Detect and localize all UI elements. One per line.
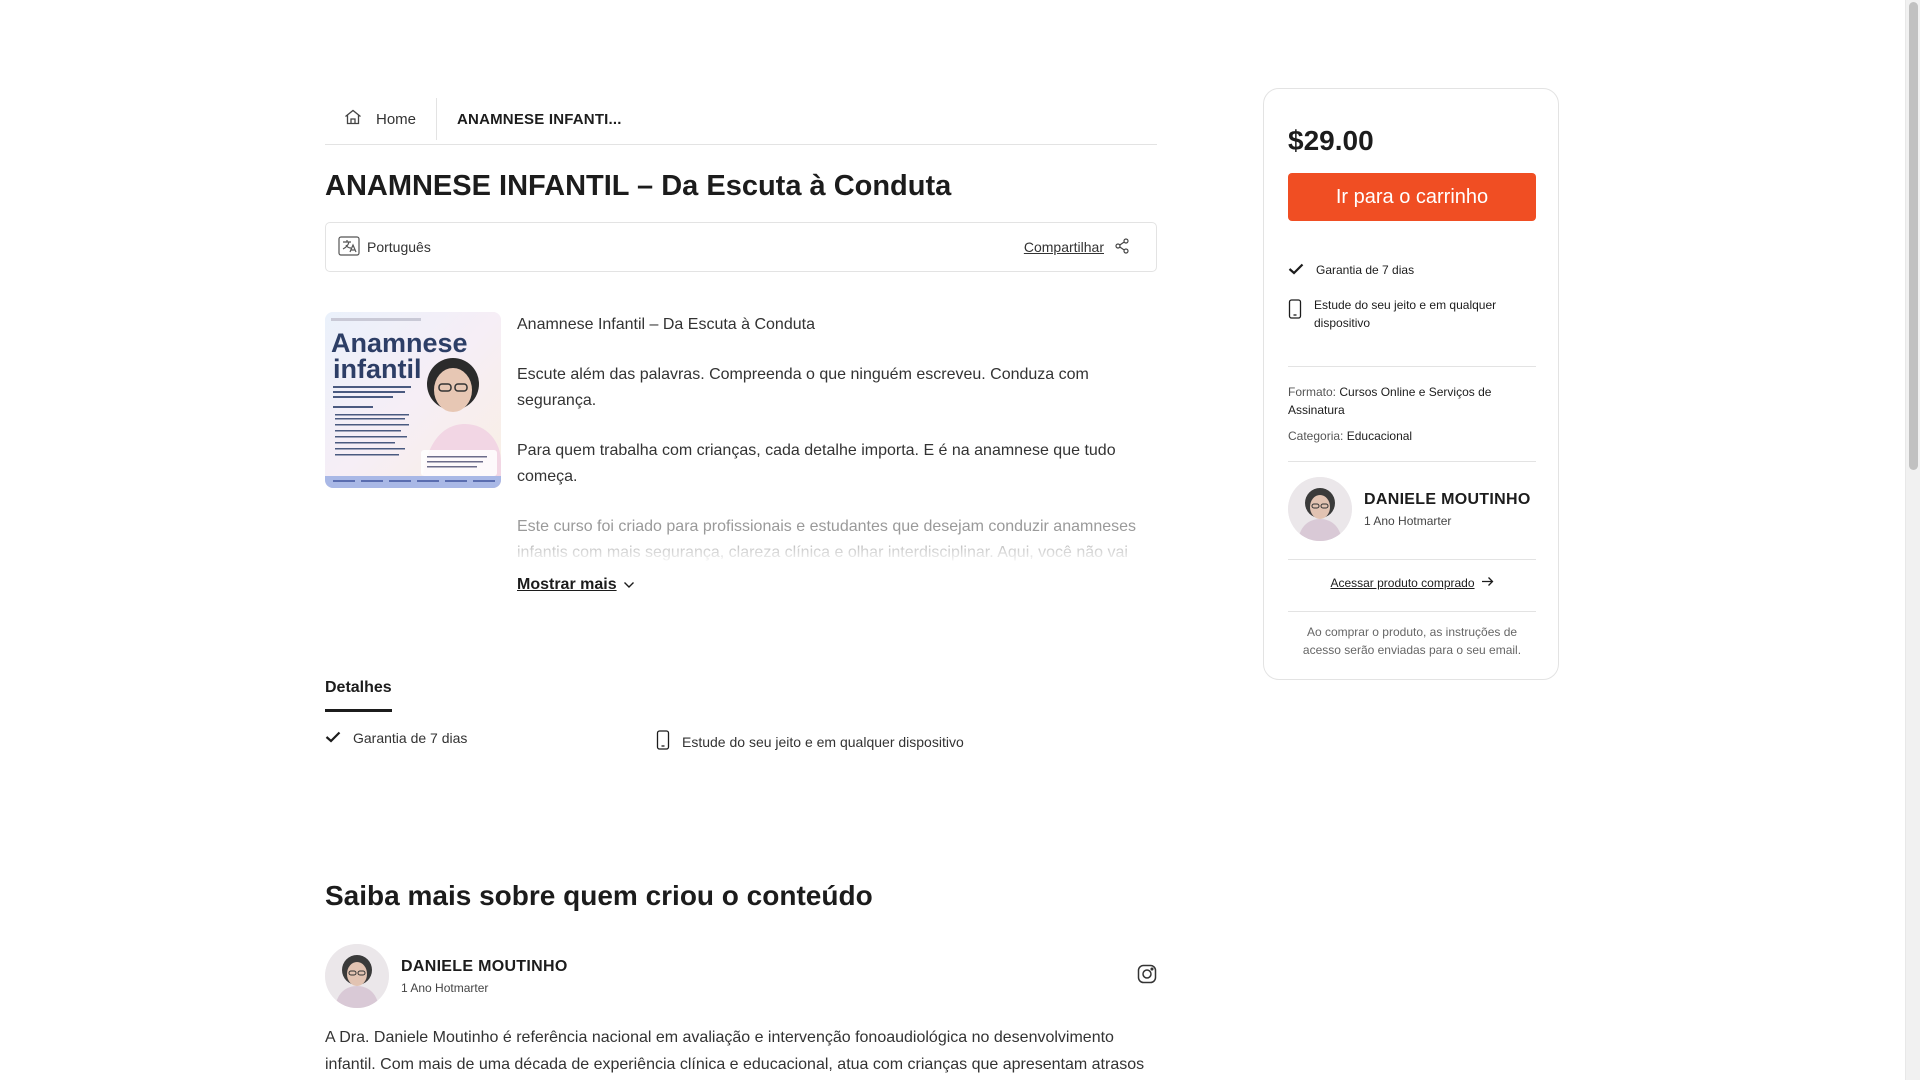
format-info: Formato: Cursos Online e Serviços de Ass… [1288, 383, 1538, 419]
tab-details[interactable]: Detalhes [325, 679, 392, 712]
price: $29.00 [1288, 125, 1374, 156]
scrollbar-thumb[interactable] [1909, 2, 1918, 470]
language-label: Português [367, 239, 431, 255]
feature-label: Garantia de 7 dias [353, 730, 468, 746]
instagram-icon[interactable] [1137, 964, 1157, 989]
creator-section-heading: Saiba mais sobre quem criou o conteúdo [325, 880, 873, 911]
product-image: Anamnese infantil [325, 312, 501, 488]
breadcrumb-home[interactable]: Home [325, 98, 438, 140]
breadcrumb-home-label: Home [376, 110, 417, 128]
purchase-panel: $29.00 Ir para o carrinho Garantia de 7 … [1263, 88, 1559, 680]
avatar[interactable] [1288, 477, 1352, 541]
smartphone-icon [1288, 299, 1302, 324]
panel-creator-subtitle: 1 Ano Hotmarter [1364, 513, 1452, 528]
creator-name[interactable]: DANIELE MOUTINHO [401, 958, 1137, 976]
access-purchased-product-link[interactable]: Acessar produto comprado [1264, 576, 1560, 590]
category-info: Categoria: Educacional [1288, 427, 1538, 445]
show-more-button[interactable]: Mostrar mais [517, 576, 635, 594]
check-icon [325, 730, 341, 746]
description-paragraph: Escute além das palavras. Compreenda o q… [517, 366, 1089, 409]
avatar[interactable] [325, 944, 389, 1008]
creator-text: DANIELE MOUTINHO 1 Ano Hotmarter [401, 958, 1137, 995]
divider [1288, 366, 1536, 367]
image-heading-2: infantil [333, 354, 422, 384]
show-more-label: Mostrar mais [517, 576, 617, 593]
share-icon [1114, 237, 1130, 257]
go-to-cart-button[interactable]: Ir para o carrinho [1288, 173, 1536, 221]
divider [1288, 611, 1536, 612]
description-paragraph: Anamnese Infantil – Da Escuta à Conduta [517, 316, 815, 333]
category-value: Educacional [1346, 429, 1413, 443]
creator-subtitle: 1 Ano Hotmarter [401, 980, 489, 995]
divider [1288, 461, 1536, 462]
share-label: Compartilhar [1023, 239, 1104, 255]
purchase-note: Ao comprar o produto, as instruções de a… [1302, 625, 1522, 657]
product-description: Anamnese Infantil – Da Escuta à Conduta … [517, 312, 1157, 588]
panel-creator[interactable]: DANIELE MOUTINHO 1 Ano Hotmarter [1288, 477, 1531, 541]
panel-feature-any-device: Estude do seu jeito e em qualquer dispos… [1288, 296, 1538, 332]
description-paragraph: Para quem trabalha com crianças, cada de… [517, 442, 1116, 485]
category-label: Categoria: [1288, 429, 1344, 443]
language-indicator: Português [338, 235, 431, 259]
page-title: ANAMNESE INFANTIL – Da Escuta à Conduta [325, 170, 952, 202]
translate-icon [338, 235, 360, 259]
panel-feature-label: Estude do seu jeito e em qualquer dispos… [1314, 298, 1497, 330]
feature-label: Estude do seu jeito e em qualquer dispos… [682, 733, 964, 750]
language-share-bar: Português Compartilhar [325, 222, 1157, 272]
panel-creator-name: DANIELE MOUTINHO [1364, 490, 1531, 508]
panel-feature-label: Garantia de 7 dias [1316, 263, 1415, 277]
arrow-right-icon [1481, 576, 1494, 590]
panel-feature-guarantee: Garantia de 7 dias [1288, 261, 1538, 280]
panel-creator-text: DANIELE MOUTINHO 1 Ano Hotmarter [1364, 491, 1531, 528]
access-link-label: Acessar produto comprado [1330, 576, 1475, 590]
creator-info: DANIELE MOUTINHO 1 Ano Hotmarter [325, 944, 1157, 1008]
smartphone-icon [656, 730, 670, 753]
check-icon [1288, 262, 1304, 280]
chevron-down-icon [623, 576, 635, 594]
breadcrumb-current: ANAMNESE INFANTI... [457, 110, 622, 128]
breadcrumb: Home ANAMNESE INFANTI... [325, 94, 1157, 145]
creator-bio: A Dra. Daniele Moutinho é referência nac… [325, 1029, 1145, 1073]
divider [1288, 559, 1536, 560]
feature-guarantee: Garantia de 7 dias [325, 730, 467, 746]
page-scrollbar[interactable] [1905, 0, 1920, 1080]
share-button[interactable]: Compartilhar [1023, 237, 1130, 257]
format-label: Formato: [1288, 385, 1337, 399]
home-icon [344, 109, 362, 129]
feature-any-device: Estude do seu jeito e em qualquer dispos… [656, 730, 964, 753]
description-paragraph: Este curso foi criado para profissionais… [517, 518, 1137, 561]
